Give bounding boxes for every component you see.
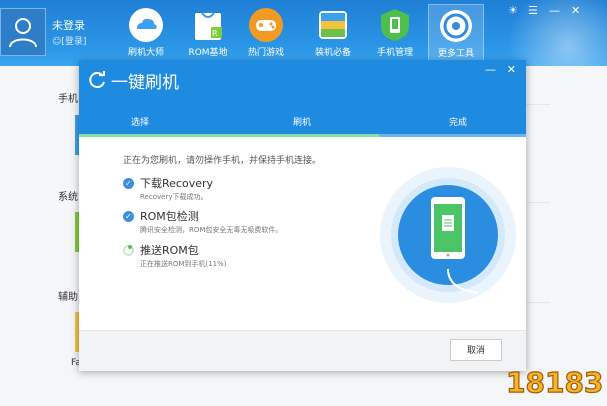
section-label: 辅助 xyxy=(58,292,78,303)
skin-icon[interactable]: ☀ xyxy=(508,4,518,17)
step-complete: 完成 xyxy=(449,118,468,128)
nav-phone-manager[interactable]: 手机管理 xyxy=(367,4,423,62)
task-title: ROM包检测 xyxy=(140,210,199,223)
task-title: 下载Recovery xyxy=(140,177,214,190)
flash-dialog: 一键刷机 — ✕ 选择 刷机 完成 正在为您刷机，请勿操作手机，并保持手机连接。… xyxy=(79,60,526,371)
close-icon[interactable]: ✕ xyxy=(571,4,580,17)
status-message: 正在为您刷机，请勿操作手机，并保持手机连接。 xyxy=(123,156,322,166)
phone-icon xyxy=(377,7,413,43)
menu-icon[interactable]: ☰ xyxy=(528,4,538,17)
nav-label: 刷机大师 xyxy=(127,48,164,58)
person-small-icon: ☺ xyxy=(52,37,62,47)
cloud-icon xyxy=(128,7,164,43)
gamepad-icon xyxy=(248,7,284,43)
section-label: 手机 xyxy=(58,94,78,105)
svg-text:R: R xyxy=(212,29,218,38)
nav-hot-games[interactable]: 热门游戏 xyxy=(238,4,294,62)
avatar[interactable] xyxy=(0,8,46,56)
task-detail: Recovery下载成功。 xyxy=(140,193,208,201)
check-icon: ✓ xyxy=(123,178,134,189)
section-label: 系统 xyxy=(58,192,78,203)
step-flash: 刷机 xyxy=(293,118,312,128)
nav-essentials[interactable]: 装机必备 xyxy=(305,4,361,62)
step-progress-bar xyxy=(79,134,379,137)
nav-label: 热门游戏 xyxy=(247,48,284,58)
app-header: 未登录 ☺[登录] 刷机大师 R ROM基地 热门游戏 装机必备 手机管理 更多… xyxy=(0,0,607,66)
loading-spinner-icon xyxy=(123,245,134,256)
site-watermark-logo: 18183 xyxy=(505,365,602,399)
login-link[interactable]: ☺[登录] xyxy=(52,34,86,47)
task-title: 推送ROM包 xyxy=(140,244,199,257)
nav-more-tools[interactable]: 更多工具 xyxy=(428,4,484,62)
sky-decoration xyxy=(477,0,607,66)
phone-flash-illustration xyxy=(380,167,516,303)
refresh-icon xyxy=(89,71,105,89)
dialog-footer: 取消 xyxy=(79,330,526,371)
nav-label: 手机管理 xyxy=(376,48,413,58)
tools-icon xyxy=(438,8,474,44)
cancel-button[interactable]: 取消 xyxy=(450,339,502,361)
app-grid-icon xyxy=(315,7,351,43)
nav-label: 装机必备 xyxy=(314,48,351,58)
step-select: 选择 xyxy=(131,118,150,128)
dialog-title: 一键刷机 xyxy=(111,73,179,93)
nav-rom-base[interactable]: R ROM基地 xyxy=(180,4,236,62)
nav-label: ROM基地 xyxy=(188,48,228,58)
dialog-header: 一键刷机 — ✕ 选择 刷机 完成 xyxy=(79,60,526,137)
check-icon: ✓ xyxy=(123,211,134,222)
close-icon[interactable]: ✕ xyxy=(507,63,516,76)
watermark-text: 18183 xyxy=(506,366,602,399)
minimize-icon[interactable]: — xyxy=(549,4,560,17)
user-name: 未登录 xyxy=(52,19,85,32)
user-icon xyxy=(9,18,37,48)
nav-flash-master[interactable]: 刷机大师 xyxy=(118,4,174,62)
login-link-text[interactable]: [登录] xyxy=(61,37,86,47)
step-indicator: 选择 刷机 完成 xyxy=(79,106,526,137)
task-detail: 腾讯安全检测，ROM包安全无毒无吸费软件。 xyxy=(140,226,283,234)
nav-label: 更多工具 xyxy=(437,49,474,59)
rom-bag-icon: R xyxy=(190,7,226,43)
task-detail: 正在推送ROM到手机(11%) xyxy=(140,260,227,268)
minimize-icon[interactable]: — xyxy=(485,63,496,76)
